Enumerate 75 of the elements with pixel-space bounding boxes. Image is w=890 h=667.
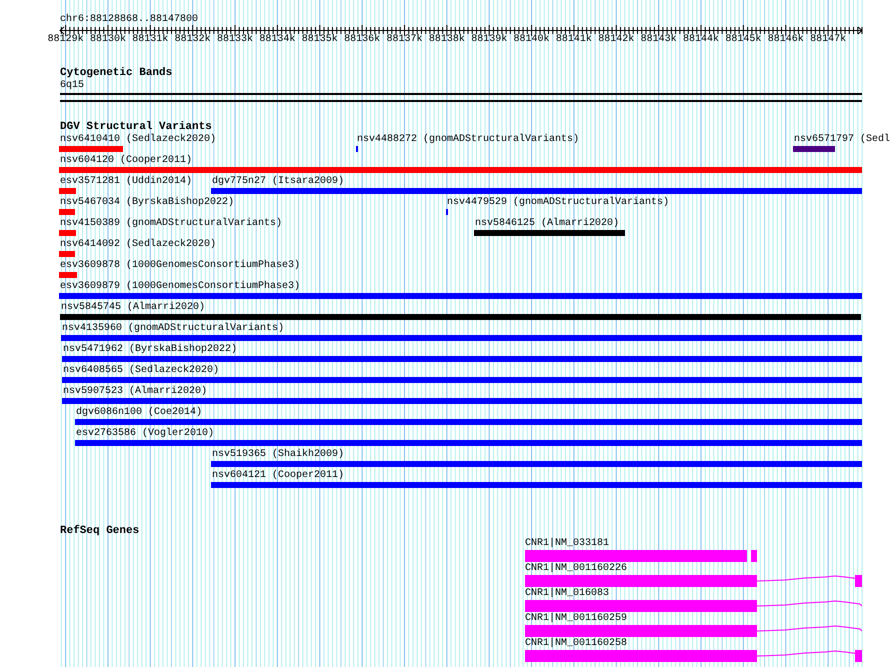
transcript-label: CNR1|NM_001160259 [525, 614, 628, 624]
variant-bar[interactable] [75, 419, 862, 425]
variant-label: nsv4135960 (gnomADStructuralVariants) [62, 324, 284, 334]
variant-bar[interactable] [59, 293, 862, 299]
transcript-label: CNR1|NM_016083 [525, 589, 610, 599]
variant-label: nsv6410410 (Sedlazeck2020) [60, 135, 216, 145]
variant-label: dgv6086n100 (Coe2014) [76, 408, 202, 418]
ruler-tick-label: 88146k [768, 35, 804, 45]
variant-bar[interactable] [59, 230, 76, 236]
ruler-tick-label: 88132k [174, 35, 211, 45]
ruler-tick-label: 88133k [217, 35, 254, 45]
variant-label: nsv4150389 (gnomADStructuralVariants) [60, 219, 282, 229]
band-label: 6q15 [60, 81, 84, 91]
variant-bar[interactable] [474, 230, 625, 236]
variant-label: nsv5846125 (Almarri2020) [475, 219, 620, 229]
ruler-tick-label: 88147k [810, 35, 846, 45]
variant-bar[interactable] [75, 440, 862, 446]
ruler-tick-label: 88129k [48, 35, 84, 45]
variant-label: nsv5467034 (ByrskaBishop2022) [60, 198, 234, 208]
ruler-tick-label: 88144k [683, 35, 720, 45]
variant-bar[interactable] [62, 398, 862, 404]
track-title: RefSeq Genes [60, 526, 140, 537]
ruler-tick-label: 88134k [259, 35, 296, 45]
ruler-tick-label: 88143k [640, 35, 677, 45]
variant-label: esv3571281 (Uddin2014) [60, 177, 192, 187]
variant-bar[interactable] [62, 377, 862, 383]
variant-bar[interactable] [59, 188, 76, 194]
gene-model-drawing[interactable] [525, 650, 862, 662]
transcript-label: CNR1|NM_033181 [525, 539, 610, 549]
variant-bar[interactable] [59, 251, 75, 257]
variant-label: nsv604121 (Cooper2011) [212, 471, 344, 481]
ruler-tick-label: 88145k [725, 35, 762, 45]
transcript-label: CNR1|NM_001160226 [525, 564, 628, 574]
variant-label: esv2763586 (Vogler2010) [76, 429, 214, 439]
track-title: DGV Structural Variants [60, 122, 212, 133]
variant-bar[interactable] [211, 461, 862, 467]
ruler-tick-label: 88139k [471, 35, 508, 45]
ruler-tick-label: 88136k [344, 35, 380, 45]
variant-bar[interactable] [211, 188, 862, 194]
variant-bar[interactable] [211, 482, 862, 488]
variant-bar[interactable] [59, 272, 77, 278]
variant-bar[interactable] [62, 356, 862, 362]
variant-label: dgv775n27 (Itsara2009) [212, 177, 344, 187]
variant-bar[interactable] [61, 335, 862, 341]
ruler-tick-label: 88137k [386, 35, 422, 45]
variant-label: nsv6571797 (Sedl [794, 135, 890, 145]
location-label: chr6:88128868..88147800 [60, 15, 198, 25]
gene-model-drawing[interactable] [525, 600, 862, 612]
ruler-tick-label: 88138k [428, 35, 465, 45]
variant-bar[interactable] [59, 209, 75, 215]
variant-label: nsv604120 (Cooper2011) [60, 156, 192, 166]
gene-model-drawing[interactable] [525, 575, 862, 587]
variant-label: esv3609878 (1000GenomesConsortiumPhase3) [60, 261, 300, 271]
variant-label: nsv6414092 (Sedlazeck2020) [60, 240, 216, 250]
gene-model-drawing[interactable] [525, 625, 862, 637]
ruler-tick-label: 88135k [302, 35, 338, 45]
track-title: Cytogenetic Bands [60, 68, 172, 79]
variant-bar[interactable] [59, 146, 123, 152]
variant-label: nsv5471962 (ByrskaBishop2022) [63, 345, 238, 355]
variant-label: nsv6408565 (Sedlazeck2020) [63, 366, 220, 376]
ruler-tick-label: 88141k [556, 35, 592, 45]
transcript-label: CNR1|NM_001160258 [525, 639, 628, 649]
ruler-tick-label: 88131k [132, 35, 168, 45]
variant-bar[interactable] [60, 314, 861, 320]
variant-label: nsv5907523 (Almarri2020) [63, 387, 208, 397]
variant-label: nsv4488272 (gnomADStructuralVariants) [357, 135, 580, 145]
variant-label: nsv5845745 (Almarri2020) [61, 303, 206, 313]
variant-label: nsv519365 (Shaikh2009) [212, 450, 344, 460]
ruler-tick-label: 88130k [90, 35, 126, 45]
ruler-tick-label: 88140k [514, 35, 550, 45]
variant-label: nsv4479529 (gnomADStructuralVariants) [447, 198, 670, 208]
ruler-tick-label: 88142k [598, 35, 634, 45]
variant-bar[interactable] [59, 167, 862, 173]
variant-bar[interactable] [793, 146, 835, 152]
variant-label: esv3609879 (1000GenomesConsortiumPhase3) [60, 282, 300, 292]
